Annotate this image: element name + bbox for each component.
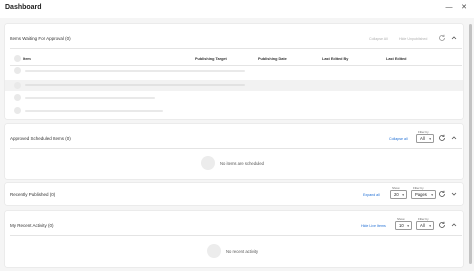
empty-icon <box>201 156 215 170</box>
minimize-icon[interactable]: — <box>444 3 454 13</box>
table-row-checkbox[interactable] <box>14 82 21 89</box>
chevron-up-icon[interactable] <box>450 134 458 142</box>
recently-published-panel: Recently Published (0) Expand all Show 2… <box>5 183 463 205</box>
select-all-checkbox[interactable] <box>14 55 21 62</box>
column-header-publishing-target[interactable]: Publishing Target <box>195 57 227 61</box>
show-select[interactable]: Show 10 ▾ <box>395 217 412 230</box>
table-row <box>25 110 163 112</box>
table-row <box>25 70 245 72</box>
waiting-approval-panel: Items Waiting For Approval (0) Collapse … <box>5 24 463 119</box>
scrollbar-thumb[interactable] <box>469 24 472 264</box>
my-recent-activity-panel: My Recent Activity (0) Hide Live Items S… <box>5 211 463 267</box>
table-row-checkbox[interactable] <box>14 94 21 101</box>
empty-icon <box>207 244 221 258</box>
chevron-up-icon[interactable] <box>450 221 458 229</box>
dialog-title: Dashboard <box>5 4 42 11</box>
table-row-checkbox[interactable] <box>14 67 21 74</box>
column-header-item[interactable]: Item <box>23 57 31 61</box>
close-icon[interactable]: ✕ <box>459 3 469 13</box>
collapse-all-link[interactable]: Collapse all <box>389 137 408 141</box>
chevron-down-icon[interactable] <box>450 190 458 198</box>
panel-title: Recently Published (0) <box>10 192 56 197</box>
empty-state-text: No items are scheduled <box>220 161 264 166</box>
approved-scheduled-panel: Approved Scheduled Items (0) Collapse al… <box>5 124 463 179</box>
show-select[interactable]: Show 20 ▾ <box>390 186 407 199</box>
refresh-icon[interactable] <box>438 190 446 198</box>
column-header-last-edited[interactable]: Last Edited <box>386 57 406 61</box>
hide-unpublished-link[interactable]: Hide Unpublished <box>399 37 427 41</box>
title-bar: Dashboard — ✕ <box>0 0 474 18</box>
collapse-all-link[interactable]: Collapse All <box>369 37 388 41</box>
filter-select[interactable]: Filter by All ▾ <box>416 217 434 230</box>
table-row <box>25 97 155 99</box>
table-row-checkbox[interactable] <box>14 107 21 114</box>
filter-select[interactable]: Filter by All ▾ <box>416 130 434 143</box>
panel-title: Approved Scheduled Items (0) <box>10 136 71 141</box>
chevron-up-icon[interactable] <box>450 34 458 42</box>
column-header-publishing-date[interactable]: Publishing Date <box>258 57 287 61</box>
refresh-icon[interactable] <box>438 221 446 229</box>
filter-select[interactable]: Filter by Pages ▾ <box>411 186 436 199</box>
expand-all-link[interactable]: Expand all <box>363 193 380 197</box>
empty-state-text: No recent activity <box>226 249 259 254</box>
panel-title: My Recent Activity (0) <box>10 223 54 228</box>
refresh-icon[interactable] <box>438 34 446 42</box>
refresh-icon[interactable] <box>438 134 446 142</box>
panel-title: Items Waiting For Approval (0) <box>10 36 71 41</box>
table-row <box>25 84 245 86</box>
column-header-last-edited-by[interactable]: Last Edited By <box>322 57 348 61</box>
hide-live-items-link[interactable]: Hide Live Items <box>361 224 386 228</box>
